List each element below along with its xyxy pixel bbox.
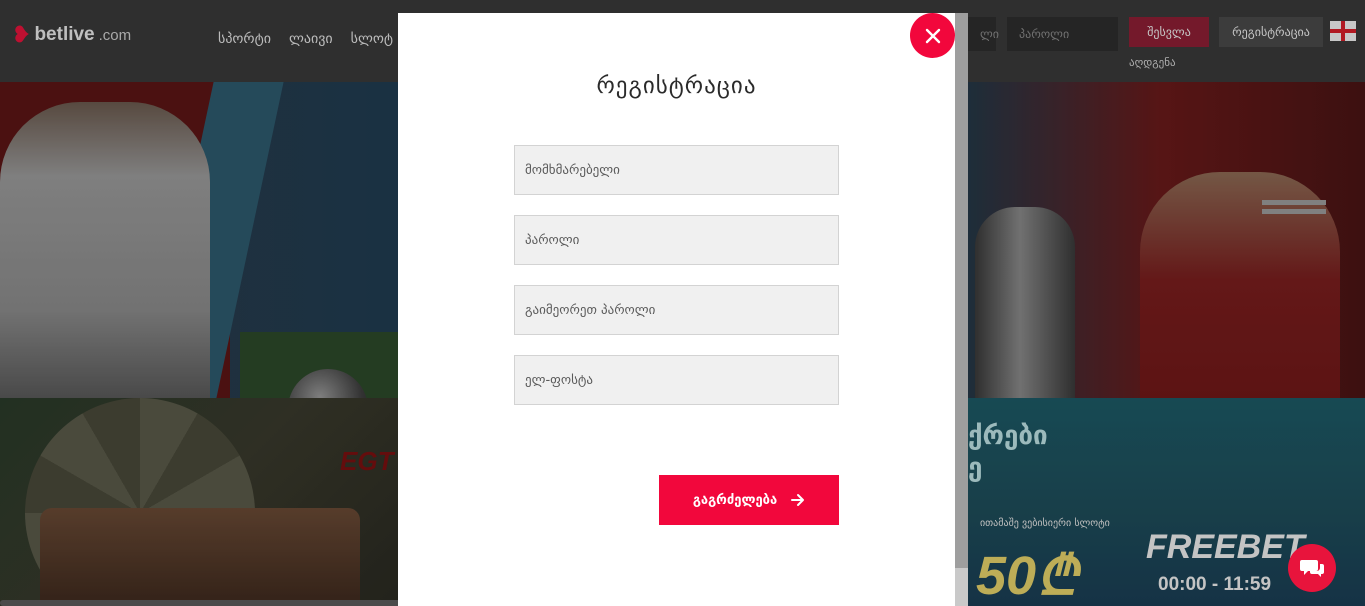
registration-modal: რეგისტრაცია გაგრძელება: [398, 13, 955, 606]
arrow-right-icon: [791, 494, 805, 506]
username-field[interactable]: [514, 145, 839, 195]
continue-label: გაგრძელება: [692, 492, 778, 508]
close-button[interactable]: [910, 13, 955, 58]
email-field[interactable]: [514, 355, 839, 405]
modal-title: რეგისტრაცია: [596, 73, 757, 99]
repeat-password-field[interactable]: [514, 285, 839, 335]
modal-scrollbar[interactable]: [955, 13, 968, 606]
password-field[interactable]: [514, 215, 839, 265]
chat-icon: [1300, 560, 1324, 577]
modal-scrollbar-thumb[interactable]: [955, 13, 968, 568]
chat-bubble-icon[interactable]: [1288, 544, 1336, 592]
close-icon: [925, 28, 940, 43]
continue-button[interactable]: გაგრძელება: [659, 475, 839, 525]
